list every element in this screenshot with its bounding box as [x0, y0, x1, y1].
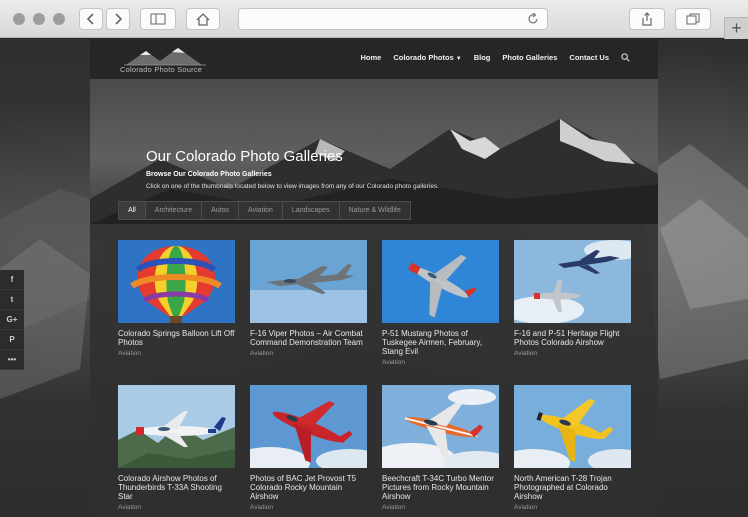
gallery-filter-bar: All Architecture Autos Aviation Landscap… [118, 201, 411, 220]
p51-thumbnail[interactable] [382, 240, 499, 323]
nav-colorado-photos[interactable]: Colorado Photos ▼ [393, 53, 461, 62]
facebook-icon[interactable]: f [0, 270, 24, 290]
gallery-card[interactable]: F-16 and P-51 Heritage Flight Photos Col… [514, 240, 631, 357]
share-icon [642, 12, 652, 26]
nav-colorado-photos-label: Colorado Photos [393, 53, 454, 62]
gallery-title[interactable]: North American T-28 Trojan Photographed … [514, 474, 631, 501]
jet-provost-thumbnail[interactable] [250, 385, 367, 468]
filter-landscapes[interactable]: Landscapes [282, 202, 340, 219]
chevron-left-icon [86, 13, 94, 25]
gallery-category[interactable]: Aviation [118, 504, 235, 511]
heritage-flight-thumbnail[interactable] [514, 240, 631, 323]
logo-text: Colorado Photo Source [120, 65, 203, 74]
gallery-category[interactable]: Aviation [382, 359, 499, 366]
address-bar[interactable] [238, 8, 548, 30]
gallery-category[interactable]: Aviation [118, 350, 235, 357]
home-icon [196, 12, 210, 26]
gallery-title[interactable]: F-16 Viper Photos – Air Combat Command D… [250, 329, 367, 347]
gallery-title[interactable]: Colorado Springs Balloon Lift Off Photos [118, 329, 235, 347]
google-plus-icon[interactable]: G+ [0, 310, 24, 330]
page-subtitle: Browse Our Colorado Photo Galleries [146, 171, 272, 178]
pinterest-icon[interactable]: P [0, 330, 24, 350]
more-icon[interactable]: ••• [0, 350, 24, 370]
filter-autos[interactable]: Autos [202, 202, 240, 219]
page-viewport: Colorado Photo Source Home Colorado Phot… [0, 39, 748, 517]
tabs-button[interactable] [675, 8, 711, 30]
gallery-title[interactable]: F-16 and P-51 Heritage Flight Photos Col… [514, 329, 631, 347]
page-description: Click on one of the thumbnails located b… [146, 183, 440, 190]
main-nav: Home Colorado Photos ▼ Blog Photo Galleri… [360, 53, 630, 62]
gallery-title[interactable]: Photos of BAC Jet Provost T5 Colorado Ro… [250, 474, 367, 501]
gallery-card[interactable]: Colorado Springs Balloon Lift Off Photos… [118, 240, 235, 357]
nav-photo-galleries[interactable]: Photo Galleries [502, 53, 557, 62]
gallery-category[interactable]: Aviation [382, 504, 499, 511]
gallery-card[interactable]: Colorado Airshow Photos of Thunderbirds … [118, 385, 235, 511]
filter-all[interactable]: All [119, 202, 146, 219]
gallery-card[interactable]: Photos of BAC Jet Provost T5 Colorado Ro… [250, 385, 367, 511]
social-share-bar: f t G+ P ••• [0, 270, 24, 370]
nav-blog[interactable]: Blog [474, 53, 491, 62]
chevron-right-icon [115, 13, 123, 25]
site-header: Colorado Photo Source Home Colorado Phot… [90, 39, 658, 79]
filter-nature-wildlife[interactable]: Nature & Wildlife [339, 202, 410, 219]
nav-home[interactable]: Home [360, 53, 381, 62]
gallery-card[interactable]: P-51 Mustang Photos of Tuskegee Airmen, … [382, 240, 499, 366]
zoom-window-button[interactable] [53, 13, 65, 25]
gallery-card[interactable]: Beechcraft T-34C Turbo Mentor Pictures f… [382, 385, 499, 511]
gallery-title[interactable]: Beechcraft T-34C Turbo Mentor Pictures f… [382, 474, 499, 501]
sidebar-icon [150, 13, 166, 25]
close-window-button[interactable] [13, 13, 25, 25]
reload-icon[interactable] [527, 13, 539, 25]
search-icon[interactable] [621, 53, 630, 62]
browser-toolbar: + [0, 0, 748, 39]
f16-thumbnail[interactable] [250, 240, 367, 323]
filter-aviation[interactable]: Aviation [239, 202, 283, 219]
gallery-title[interactable]: P-51 Mustang Photos of Tuskegee Airmen, … [382, 329, 499, 356]
gallery-category[interactable]: Aviation [514, 504, 631, 511]
gallery-title[interactable]: Colorado Airshow Photos of Thunderbirds … [118, 474, 235, 501]
tabs-icon [686, 13, 700, 25]
balloon-thumbnail[interactable] [118, 240, 235, 323]
forward-button[interactable] [106, 8, 130, 30]
t34c-thumbnail[interactable] [382, 385, 499, 468]
minimize-window-button[interactable] [33, 13, 45, 25]
home-button[interactable] [186, 8, 220, 30]
twitter-icon[interactable]: t [0, 290, 24, 310]
nav-contact-us[interactable]: Contact Us [569, 53, 609, 62]
gallery-category[interactable]: Aviation [514, 350, 631, 357]
filter-architecture[interactable]: Architecture [145, 202, 203, 219]
gallery-card[interactable]: North American T-28 Trojan Photographed … [514, 385, 631, 511]
sidebar-button[interactable] [140, 8, 176, 30]
page-title: Our Colorado Photo Galleries [146, 148, 343, 165]
site-container: Colorado Photo Source Home Colorado Phot… [90, 39, 658, 517]
gallery-category[interactable]: Aviation [250, 504, 367, 511]
t33-thumbnail[interactable] [118, 385, 235, 468]
new-tab-button[interactable]: + [724, 17, 748, 39]
gallery-card[interactable]: F-16 Viper Photos – Air Combat Command D… [250, 240, 367, 357]
share-button[interactable] [629, 8, 665, 30]
gallery-category[interactable]: Aviation [250, 350, 367, 357]
chevron-down-icon: ▼ [455, 56, 462, 62]
t28-trojan-thumbnail[interactable] [514, 385, 631, 468]
back-button[interactable] [79, 8, 103, 30]
